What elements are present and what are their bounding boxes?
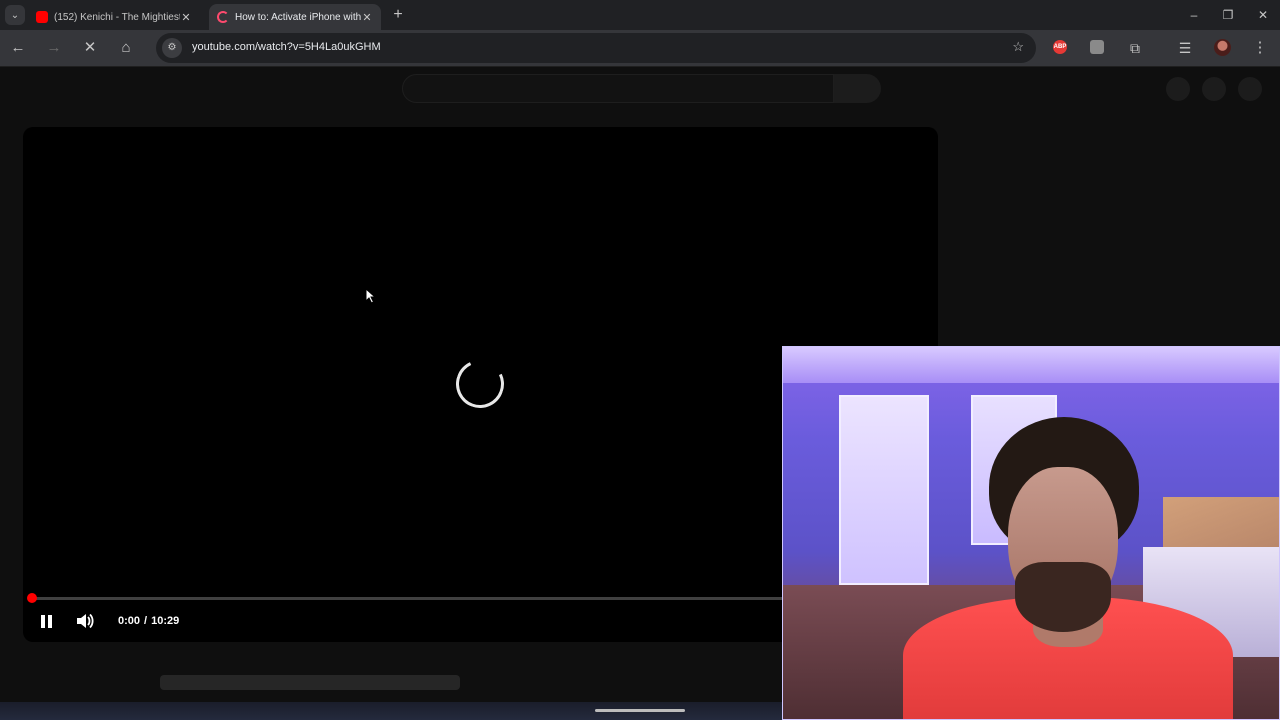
site-info-icon[interactable]: ⚙	[162, 38, 182, 58]
address-bar[interactable]: ⚙ youtube.com/watch?v=5H4La0ukGHM ☆	[156, 33, 1036, 63]
pause-icon[interactable]	[39, 611, 53, 631]
media-queue-icon[interactable]: ☰	[1175, 38, 1195, 58]
duration: 10:29	[151, 615, 180, 627]
bookmark-star-icon[interactable]: ☆	[1012, 39, 1024, 55]
extension-generic-icon[interactable]	[1090, 40, 1104, 54]
loading-spinner-icon	[449, 353, 511, 415]
header-icon-skeleton	[1166, 77, 1190, 101]
webcam-person-beard	[1015, 562, 1111, 632]
tab-close-icon[interactable]: ✕	[361, 11, 373, 24]
volume-icon[interactable]	[75, 611, 95, 631]
adblock-icon[interactable]: ABP	[1053, 40, 1067, 54]
loading-favicon-icon	[217, 11, 229, 23]
url-text[interactable]: youtube.com/watch?v=5H4La0ukGHM	[192, 41, 381, 53]
back-icon[interactable]: ←	[8, 38, 28, 58]
header-icon-skeleton	[1238, 77, 1262, 101]
tab-close-icon[interactable]: ✕	[180, 11, 192, 24]
webcam-ceiling	[783, 347, 1279, 383]
menu-kebab-icon[interactable]: ⋮	[1250, 38, 1270, 58]
tab-search-icon[interactable]: ⌄	[5, 5, 25, 25]
profile-avatar[interactable]	[1214, 39, 1231, 56]
current-time: 0:00	[118, 615, 141, 627]
browser-toolbar: ← → ✕ ⌂ ⚙ youtube.com/watch?v=5H4La0ukGH…	[0, 30, 1280, 67]
forward-icon[interactable]: →	[44, 38, 64, 58]
youtube-favicon-icon	[36, 11, 48, 23]
search-placeholder-skeleton	[402, 74, 834, 103]
minimize-icon[interactable]: –	[1184, 5, 1204, 25]
tab-title: How to: Activate iPhone with	[235, 11, 361, 23]
search-button-skeleton	[834, 74, 881, 103]
tab-title: (152) Kenichi - The Mightiest	[54, 11, 180, 23]
restore-icon[interactable]: ❐	[1218, 5, 1238, 25]
scrubber-handle[interactable]	[27, 593, 37, 603]
window-close-icon[interactable]: ✕	[1253, 5, 1273, 25]
bottom-handle	[595, 709, 685, 712]
video-title-skeleton	[160, 675, 460, 690]
mouse-cursor-icon	[365, 288, 377, 304]
time-display: 0:00 / 10:29	[118, 611, 179, 631]
tab-kenichi[interactable]: (152) Kenichi - The Mightiest ✕	[28, 4, 200, 30]
extensions-puzzle-icon[interactable]: ⧉	[1125, 38, 1145, 58]
home-icon[interactable]: ⌂	[116, 38, 136, 58]
header-icon-skeleton	[1202, 77, 1226, 101]
new-tab-icon[interactable]: +	[389, 6, 407, 24]
stop-loading-icon[interactable]: ✕	[80, 38, 100, 58]
webcam-overlay	[782, 346, 1280, 720]
tab-strip: ⌄ (152) Kenichi - The Mightiest ✕ How to…	[0, 0, 1280, 30]
tab-activate-iphone[interactable]: How to: Activate iPhone with ✕	[209, 4, 381, 30]
webcam-door	[839, 395, 929, 585]
time-separator: /	[144, 615, 148, 627]
